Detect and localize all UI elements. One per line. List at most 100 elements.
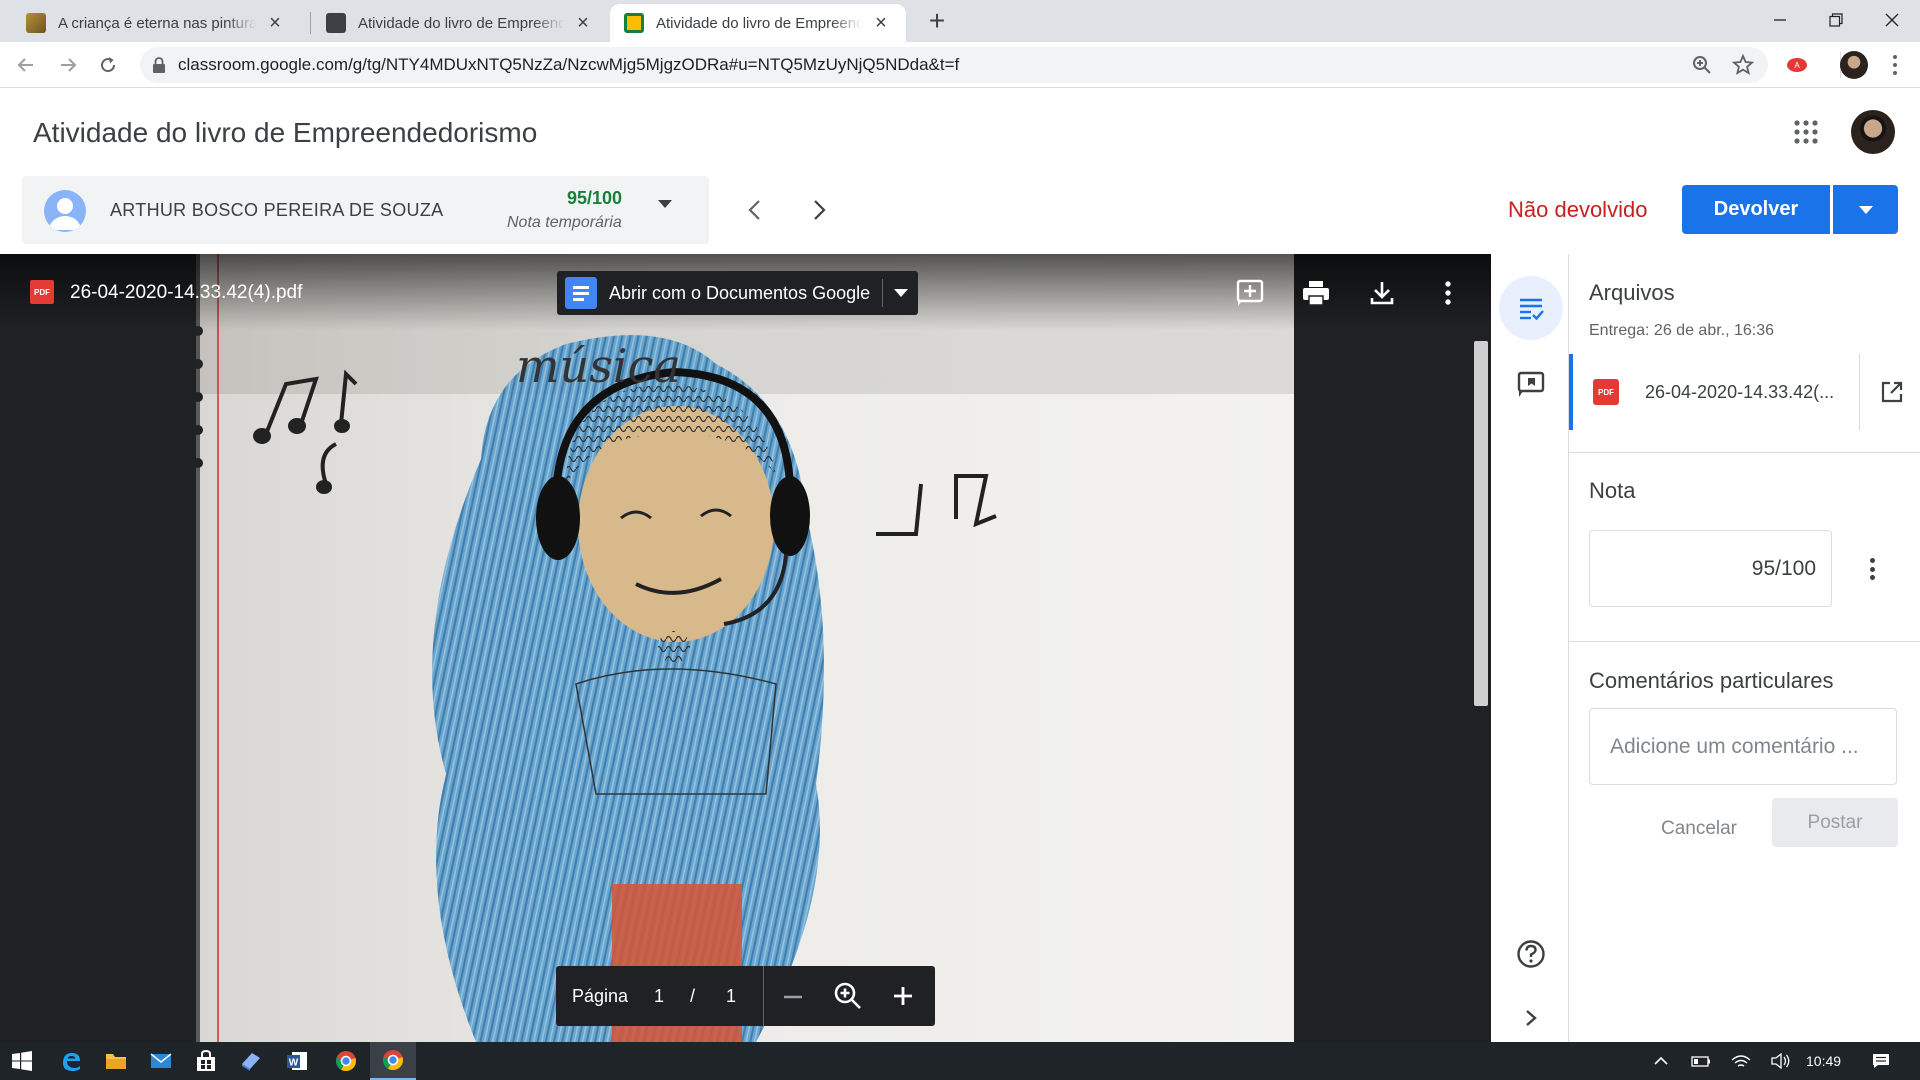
- student-name: ARTHUR BOSCO PEREIRA DE SOUZA: [110, 200, 444, 220]
- url-text: classroom.google.com/g/tg/NTY4MDUxNTQ5Nz…: [178, 55, 960, 74]
- current-page-input[interactable]: 1: [654, 986, 664, 1007]
- apps-grid-button[interactable]: [1794, 120, 1818, 144]
- zoom-in-button[interactable]: [886, 979, 920, 1013]
- grade-input[interactable]: 95/100: [1589, 530, 1832, 607]
- grading-panel: Arquivos Entrega: 26 de abr., 16:36 PDF …: [1569, 254, 1920, 1042]
- print-button[interactable]: [1299, 276, 1333, 310]
- page-controls: Página 1 / 1: [556, 966, 935, 1026]
- classroom-favicon-icon: [624, 13, 644, 33]
- action-center-button[interactable]: [1860, 1042, 1902, 1080]
- profile-avatar[interactable]: [1840, 51, 1868, 79]
- grade-more-button[interactable]: [1857, 552, 1887, 586]
- back-button[interactable]: [10, 49, 42, 81]
- tab-title: Atividade do livro de Empreendedorismo: [656, 14, 862, 32]
- open-in-new-button[interactable]: [1859, 354, 1920, 430]
- edge-browser-icon: [63, 1053, 80, 1071]
- browser-tab-2[interactable]: Atividade do livro de Empreendedorismo ×: [312, 4, 608, 42]
- person-icon: [49, 198, 81, 230]
- zoom-out-button[interactable]: [776, 980, 810, 1014]
- bookmark-star-icon[interactable]: [1732, 54, 1754, 76]
- minimize-icon: [1774, 19, 1786, 21]
- help-button[interactable]: [1499, 922, 1563, 986]
- chrome-active-taskbar-button[interactable]: [370, 1042, 416, 1080]
- previous-student-button[interactable]: [734, 190, 774, 230]
- open-with-dropdown[interactable]: [882, 279, 918, 307]
- chrome-taskbar-button[interactable]: [324, 1042, 368, 1080]
- battery-tray-icon[interactable]: [1680, 1042, 1722, 1080]
- page-label: Página: [572, 986, 629, 1006]
- more-vert-icon: [1445, 281, 1451, 305]
- files-heading: Arquivos: [1589, 280, 1675, 305]
- reload-button[interactable]: [92, 49, 124, 81]
- next-student-button[interactable]: [800, 190, 840, 230]
- chrome-menu-button[interactable]: [1885, 53, 1905, 77]
- student-drawing-page: música: [196, 254, 1294, 1042]
- arrow-left-icon: [17, 58, 33, 72]
- notification-icon: [1873, 1054, 1889, 1068]
- download-button[interactable]: [1365, 276, 1399, 310]
- wifi-icon: [1731, 1055, 1751, 1067]
- viewer-scrollbar[interactable]: [1474, 341, 1488, 706]
- add-comment-icon: [1236, 279, 1264, 306]
- volume-tray-icon[interactable]: [1760, 1042, 1802, 1080]
- show-hidden-icons-button[interactable]: [1640, 1042, 1682, 1080]
- start-button[interactable]: [0, 1042, 44, 1080]
- pdf-viewer: música PDF 26-04-2020-14.33.42(4).pdf Ab…: [0, 254, 1491, 1042]
- files-tab-button[interactable]: [1499, 276, 1563, 340]
- user-avatar[interactable]: [1851, 110, 1895, 154]
- close-tab-icon[interactable]: ×: [870, 12, 892, 34]
- new-tab-button[interactable]: +: [922, 5, 952, 36]
- close-tab-icon[interactable]: ×: [264, 12, 286, 34]
- forward-button[interactable]: [52, 49, 84, 81]
- chrome-icon: [336, 1051, 356, 1072]
- close-tab-icon[interactable]: ×: [572, 12, 594, 34]
- word-taskbar-button[interactable]: W: [275, 1042, 319, 1080]
- browser-tab-1[interactable]: A criança é eterna nas pinturas de ×: [12, 4, 300, 42]
- zoom-icon[interactable]: [1692, 55, 1712, 75]
- address-bar[interactable]: classroom.google.com/g/tg/NTY4MDUxNTQ5Nz…: [140, 47, 1768, 83]
- help-icon: [1517, 940, 1545, 968]
- app-taskbar-button[interactable]: [229, 1042, 273, 1080]
- return-button[interactable]: Devolver: [1682, 185, 1830, 234]
- apps-grid-icon: [1794, 120, 1818, 144]
- wifi-tray-icon[interactable]: [1720, 1042, 1762, 1080]
- svg-text:W: W: [289, 1058, 299, 1069]
- page-title: Atividade do livro de Empreendedorismo: [33, 117, 538, 148]
- attachment-row[interactable]: PDF 26-04-2020-14.33.42(...: [1569, 354, 1920, 430]
- arrow-right-icon: [61, 58, 77, 72]
- submission-date: Entrega: 26 de abr., 16:36: [1589, 322, 1775, 339]
- restore-window-button[interactable]: [1808, 0, 1864, 40]
- speaker-icon: [1771, 1053, 1790, 1069]
- comments-tab-button[interactable]: [1499, 352, 1563, 416]
- student-avatar: [44, 190, 86, 232]
- student-grade: 95/100: [567, 188, 623, 208]
- pdf-file-icon: PDF: [30, 280, 54, 304]
- viewer-more-button[interactable]: [1431, 276, 1465, 310]
- add-comment-button[interactable]: [1233, 276, 1267, 310]
- total-pages: 1: [726, 986, 737, 1006]
- feedback-icon: [1517, 371, 1545, 397]
- file-explorer-taskbar-button[interactable]: [94, 1042, 138, 1080]
- page-separator: /: [690, 986, 696, 1006]
- fit-zoom-button[interactable]: [831, 979, 865, 1013]
- mail-taskbar-button[interactable]: [139, 1042, 183, 1080]
- store-taskbar-button[interactable]: [184, 1042, 228, 1080]
- browser-tab-3-active[interactable]: Atividade do livro de Empreendedorismo ×: [610, 4, 906, 42]
- post-button[interactable]: Postar: [1772, 798, 1898, 847]
- open-with-google-docs-button[interactable]: Abrir com o Documentos Google: [557, 271, 918, 315]
- caret-down-icon[interactable]: [658, 200, 672, 208]
- edge-taskbar-button[interactable]: [49, 1042, 93, 1080]
- restore-icon: [1829, 13, 1843, 27]
- google-docs-icon: [565, 277, 597, 309]
- pdf-file-icon: PDF: [1593, 379, 1619, 405]
- minimize-window-button[interactable]: [1752, 0, 1808, 40]
- private-comment-input[interactable]: Adicione um comentário ...: [1589, 708, 1897, 785]
- close-window-button[interactable]: [1864, 0, 1920, 40]
- taskbar-clock[interactable]: 10:49: [1806, 1053, 1841, 1069]
- return-options-dropdown[interactable]: [1833, 185, 1898, 234]
- acrobat-extension-icon[interactable]: A: [1786, 55, 1808, 75]
- mail-icon: [150, 1053, 172, 1068]
- expand-panel-button[interactable]: [1499, 986, 1563, 1050]
- student-selector[interactable]: ARTHUR BOSCO PEREIRA DE SOUZA 95/100 Not…: [22, 176, 709, 244]
- cancel-button[interactable]: Cancelar: [1635, 806, 1763, 852]
